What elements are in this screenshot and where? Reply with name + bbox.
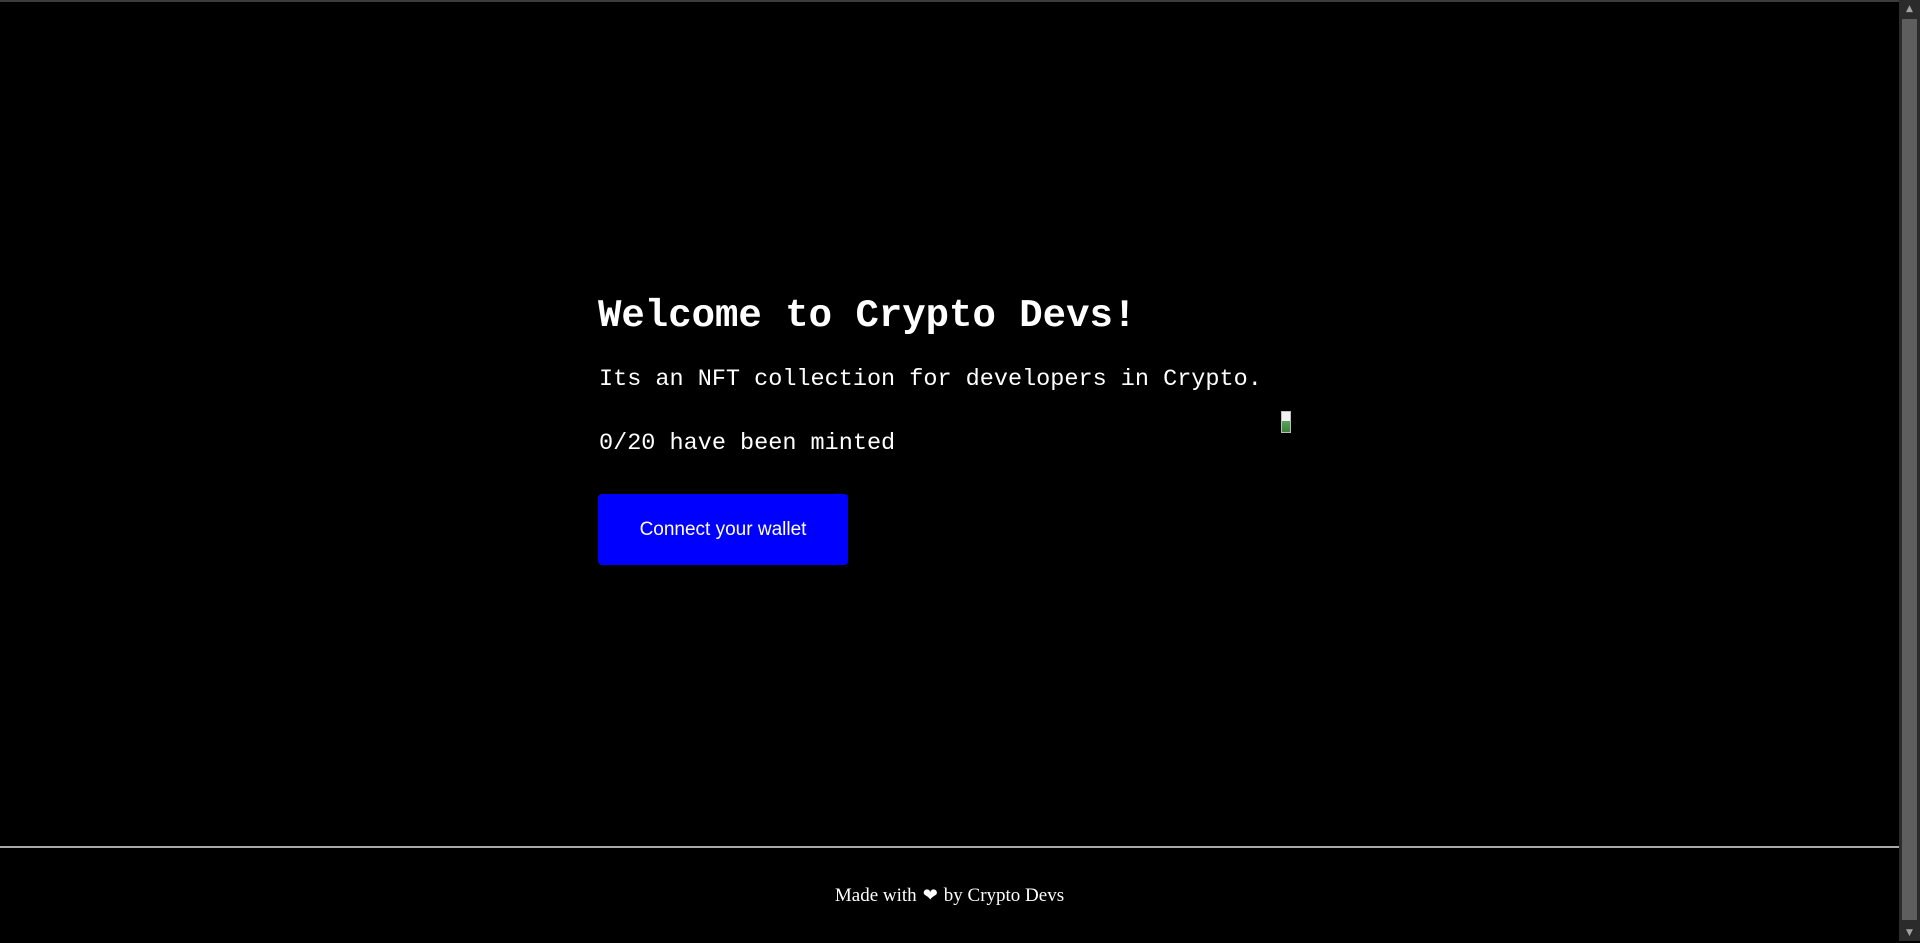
scrollbar-thumb[interactable] [1902, 19, 1917, 920]
footer-text-after: by Crypto Devs [943, 884, 1065, 906]
footer: Made with ❤ by Crypto Devs [0, 848, 1899, 943]
footer-text-before: Made with [834, 884, 917, 906]
connect-wallet-button[interactable]: Connect your wallet [598, 494, 848, 565]
broken-image-icon [1281, 411, 1291, 433]
scroll-up-icon[interactable]: ▲ [1899, 0, 1920, 17]
heart-icon: ❤ [922, 885, 938, 906]
vertical-scrollbar[interactable]: ▲ ▼ [1899, 0, 1920, 941]
page-viewport: Welcome to Crypto Devs! Its an NFT colle… [0, 0, 1899, 941]
minted-count: 0/20 have been minted [599, 430, 896, 457]
collection-description: Its an NFT collection for developers in … [599, 366, 1262, 393]
scroll-down-icon[interactable]: ▼ [1899, 924, 1920, 941]
page-title: Welcome to Crypto Devs! [598, 294, 1137, 338]
hero-section: Welcome to Crypto Devs! Its an NFT colle… [598, 292, 1318, 565]
